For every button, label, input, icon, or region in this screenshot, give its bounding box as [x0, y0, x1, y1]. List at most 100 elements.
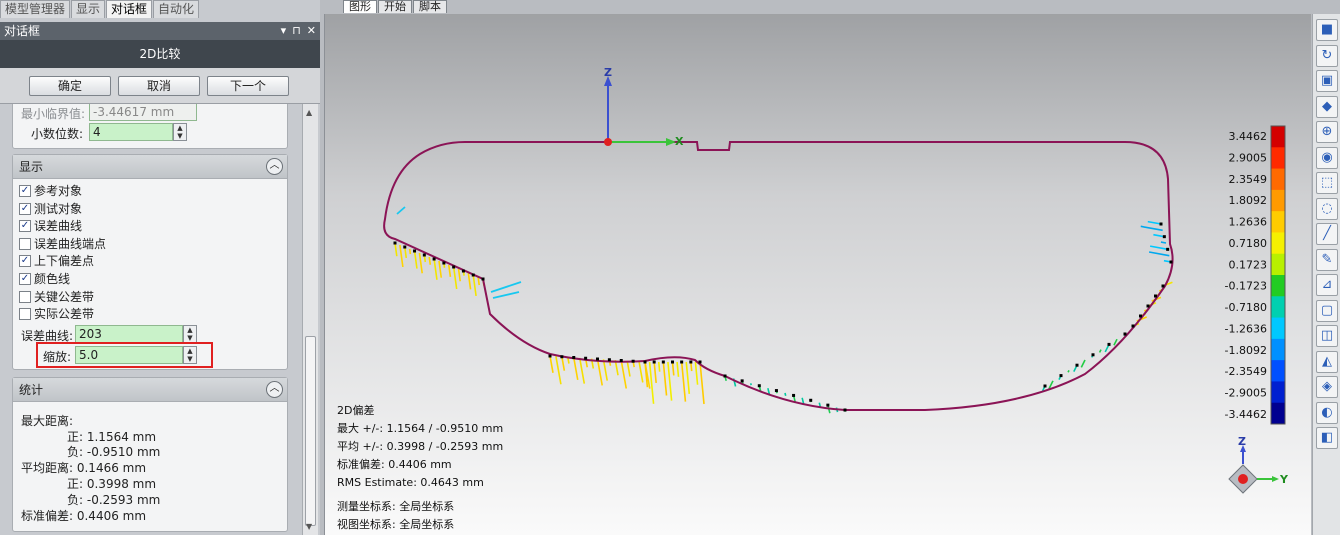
scale-color-band	[1271, 381, 1285, 404]
measure-icon[interactable]: ✎	[1316, 248, 1338, 271]
select-rect-icon[interactable]: ⬚	[1316, 172, 1338, 194]
deviation-whisker	[1148, 251, 1170, 257]
color-scale-bar: 3.4462 2.9005 2.3549 1.8092 1.2636 0.7180 0.17…	[1225, 125, 1286, 425]
select-lasso-icon[interactable]: ◌	[1316, 197, 1338, 220]
scroll-down-icon[interactable]: ▼	[306, 522, 312, 531]
collapse-icon[interactable]: ︿	[266, 158, 283, 175]
edge-icon[interactable]: ◫	[1316, 325, 1338, 347]
dialog-scrollbar[interactable]: ▲ ▼	[302, 104, 318, 535]
pin-icon[interactable]: ⊓	[292, 22, 301, 40]
deviation-whisker	[1080, 359, 1086, 368]
deviation-point	[393, 241, 397, 245]
right-toolbar: ■ ↻ ▣ ◆ ⊕ ◉ ⬚ ◌ ╱ ✎ ⊿ ▢ ◫ ◭ ◈ ◐ ◧	[1312, 14, 1340, 535]
scale-tick-label: 3.4462	[1229, 130, 1268, 143]
checkbox-color-lines[interactable]: ✓	[19, 273, 31, 285]
graphics-viewport[interactable]: Z X 3.4462 2.9005 2.3549 1.8092 1.2636 0.7180…	[324, 14, 1311, 535]
checkbox-reference-object[interactable]: ✓	[19, 185, 31, 197]
cube-view-icon[interactable]: ■	[1316, 19, 1338, 41]
scale-tick-label: 1.2636	[1229, 216, 1268, 229]
tab-script[interactable]: 脚本	[413, 0, 447, 13]
cancel-button[interactable]: 取消	[118, 76, 200, 96]
next-button[interactable]: 下一个	[207, 76, 289, 96]
display-section: 显示 ︿ ✓ 参考对象 ✓ 测试对象 ✓ 误差曲线 误差曲线端点 ✓ 上下偏差点 ✓ 颜色…	[12, 154, 288, 370]
scale-tick-label: -2.3549	[1225, 365, 1267, 378]
option-label: 颜色线	[34, 272, 71, 286]
deviation-whisker	[1113, 338, 1118, 346]
rotate-icon[interactable]: ↻	[1316, 44, 1338, 67]
deviation-point	[413, 249, 417, 253]
deviation-whisker	[492, 291, 520, 299]
min-threshold-field[interactable]: -3.44617 mm	[89, 104, 197, 121]
deviation-whisker	[452, 266, 458, 290]
deviation-point	[843, 408, 847, 412]
deviation-whisker	[413, 250, 418, 269]
scale-color-band	[1271, 317, 1285, 340]
collapse-icon[interactable]: ︿	[266, 381, 283, 398]
deviation-whisker	[438, 260, 443, 278]
ok-button[interactable]: 确定	[29, 76, 111, 96]
deviation-whisker	[572, 357, 579, 380]
checkbox-actual-tolerance[interactable]	[19, 308, 31, 320]
scroll-up-icon[interactable]: ▲	[306, 108, 312, 117]
deviation-point	[689, 360, 693, 364]
deviation-title: 2D偏差	[337, 404, 375, 417]
line-icon[interactable]: ╱	[1316, 223, 1338, 245]
deviation-whisker	[648, 361, 655, 404]
tab-start[interactable]: 开始	[378, 0, 412, 13]
front-view-icon[interactable]: ▣	[1316, 70, 1338, 92]
stats-section-header[interactable]: 统计 ︿	[13, 378, 287, 402]
checkbox-error-curve[interactable]: ✓	[19, 220, 31, 232]
tab-dialog[interactable]: 对话框	[106, 0, 153, 18]
checkbox-test-object[interactable]: ✓	[19, 203, 31, 215]
view-axis-triad: Z Y	[1228, 435, 1289, 494]
error-curve-stepper[interactable]: ▲ ▼	[183, 325, 197, 343]
deviation-point	[774, 389, 778, 393]
deviation-whiskers	[394, 206, 1173, 414]
layer-icon[interactable]: ◧	[1316, 427, 1338, 449]
display-section-header[interactable]: 显示 ︿	[13, 155, 287, 179]
deviation-point	[1043, 384, 1047, 388]
triad-z-label: Z	[1238, 435, 1246, 448]
tab-display[interactable]: 显示	[71, 0, 106, 18]
decimals-label: 小数位数:	[31, 127, 84, 141]
decimals-stepper[interactable]: ▲ ▼	[173, 123, 187, 141]
scrollbar-thumb[interactable]	[305, 336, 316, 526]
color-icon[interactable]: ◉	[1316, 146, 1338, 169]
scale-tick-label: 2.3549	[1229, 173, 1268, 186]
section-icon[interactable]: ◐	[1316, 401, 1338, 424]
std-deviation: 标准偏差: 0.4406 mm	[21, 509, 147, 523]
checkbox-error-curve-endpoints[interactable]	[19, 238, 31, 250]
deviation-point	[452, 265, 456, 269]
deviation-whisker	[1147, 220, 1162, 225]
tab-graphics[interactable]: 图形	[343, 0, 377, 13]
dropdown-icon[interactable]: ▾	[281, 22, 287, 40]
close-icon[interactable]: ✕	[307, 22, 316, 40]
deviation-point	[461, 269, 465, 273]
tab-model-manager[interactable]: 模型管理器	[0, 0, 71, 18]
deviation-icon[interactable]: ⊿	[1316, 274, 1338, 296]
render-icon[interactable]: ◆	[1316, 95, 1338, 118]
scale-color-band	[1271, 253, 1285, 276]
tab-automation[interactable]: 自动化	[153, 0, 200, 18]
checkbox-critical-tolerance[interactable]	[19, 291, 31, 303]
deviation-whisker	[699, 361, 705, 405]
scale-tick-label: -0.1723	[1225, 280, 1267, 293]
error-curve-field[interactable]: 203	[75, 325, 183, 343]
decimals-field[interactable]: 4	[89, 123, 173, 141]
deviation-whisker	[447, 264, 452, 277]
deviation-whisker	[418, 252, 423, 274]
deviation-point	[1139, 314, 1142, 318]
deviation-view[interactable]: Z X 3.4462 2.9005 2.3549 1.8092 1.2636 0.7180…	[325, 14, 1312, 535]
deviation-whisker	[578, 357, 586, 384]
max-negative: 负: -0.9510 mm	[67, 445, 161, 459]
checkbox-upper-lower-points[interactable]: ✓	[19, 255, 31, 267]
deviation-point	[1131, 324, 1135, 328]
deviation-whisker	[561, 356, 566, 371]
zoom-icon[interactable]: ⊕	[1316, 121, 1338, 143]
triad-origin-icon	[1238, 474, 1248, 484]
feature-icon[interactable]: ◈	[1316, 376, 1338, 398]
mean-positive: 正: 0.3998 mm	[67, 477, 157, 491]
box-icon[interactable]: ▢	[1316, 299, 1338, 322]
triangle-icon[interactable]: ◭	[1316, 350, 1338, 373]
scale-tick-label: -1.2636	[1225, 322, 1267, 335]
